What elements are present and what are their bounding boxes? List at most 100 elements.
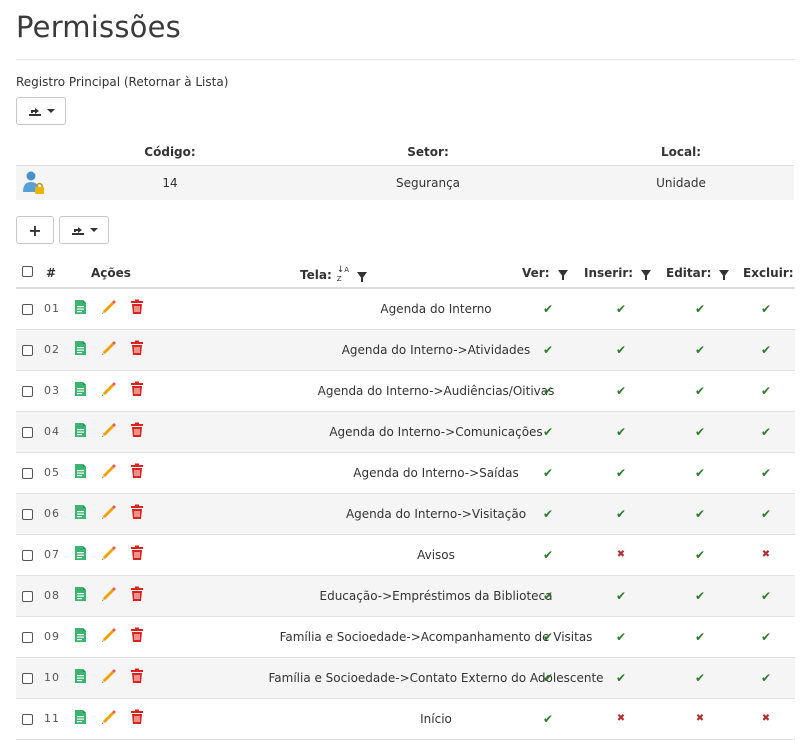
inserir-check-icon: ✔ — [615, 671, 627, 685]
delete-trash-icon[interactable] — [130, 340, 144, 359]
view-document-icon[interactable] — [74, 381, 87, 400]
editar-check-icon: ✔ — [694, 384, 706, 398]
ver-filter-icon[interactable] — [557, 269, 568, 280]
delete-trash-icon[interactable] — [130, 709, 144, 728]
chevron-down-icon — [46, 109, 55, 113]
edit-pencil-icon[interactable] — [100, 463, 117, 483]
edit-pencil-icon[interactable] — [100, 422, 117, 442]
inserir-check-icon: ✔ — [615, 589, 627, 603]
excluir-check-icon: ✔ — [760, 384, 772, 398]
view-document-icon[interactable] — [74, 668, 87, 687]
row-checkbox[interactable] — [22, 591, 33, 602]
tela-cell: Agenda do Interno->Saídas — [353, 466, 519, 480]
edit-pencil-icon[interactable] — [100, 340, 117, 360]
row-checkbox[interactable] — [22, 714, 33, 725]
excluir-check-icon: ✔ — [760, 507, 772, 521]
edit-pencil-icon[interactable] — [100, 299, 117, 319]
view-document-icon[interactable] — [74, 463, 87, 482]
table-row: 04 Agenda do Interno->Comunicações ✔ ✔ ✔ ✔ — [16, 412, 795, 453]
view-document-icon[interactable] — [74, 709, 87, 728]
row-checkbox[interactable] — [22, 345, 33, 356]
tela-header-label: Tela: — [300, 268, 332, 282]
row-number: 05 — [44, 466, 60, 479]
inserir-cross-icon: ✖ — [616, 549, 626, 560]
edit-pencil-icon[interactable] — [100, 586, 117, 606]
view-document-icon[interactable] — [74, 627, 87, 646]
ver-check-icon: ✔ — [542, 425, 554, 439]
row-checkbox[interactable] — [22, 386, 33, 397]
excluir-check-icon: ✔ — [760, 466, 772, 480]
excluir-header: Excluir: — [743, 266, 794, 280]
delete-trash-icon[interactable] — [130, 422, 144, 441]
edit-pencil-icon[interactable] — [100, 381, 117, 401]
edit-pencil-icon[interactable] — [100, 504, 117, 524]
delete-trash-icon[interactable] — [130, 504, 144, 523]
tela-cell: Agenda do Interno->Visitação — [345, 507, 527, 521]
ver-header: Ver: — [522, 266, 568, 280]
row-checkbox[interactable] — [22, 468, 33, 479]
tela-cell: Educação->Empréstimos da Biblioteca — [319, 589, 553, 603]
chevron-down-icon — [89, 228, 98, 232]
row-checkbox[interactable] — [22, 673, 33, 684]
tela-cell: Agenda do Interno — [380, 302, 492, 316]
delete-trash-icon[interactable] — [130, 299, 144, 318]
sort-alpha-icon[interactable]: ↓A Z — [337, 266, 349, 284]
view-document-icon[interactable] — [74, 504, 87, 523]
row-checkbox[interactable] — [22, 550, 33, 561]
table-row: 05 Agenda do Interno->Saídas ✔ ✔ ✔ ✔ — [16, 453, 795, 494]
tela-cell: Família e Socioedade->Contato Externo do… — [268, 671, 604, 685]
breadcrumb: Registro Principal (Retornar à Lista) — [16, 75, 228, 89]
row-checkbox[interactable] — [22, 632, 33, 643]
table-row: 08 Educação->Empréstimos da Biblioteca ✔ ✔ ✔… — [16, 576, 795, 617]
delete-trash-icon[interactable] — [130, 668, 144, 687]
editar-cross-icon: ✖ — [695, 713, 705, 724]
editar-check-icon: ✔ — [694, 671, 706, 685]
delete-trash-icon[interactable] — [130, 545, 144, 564]
row-number: 04 — [44, 425, 60, 438]
edit-pencil-icon[interactable] — [100, 545, 117, 565]
excluir-check-icon: ✔ — [760, 343, 772, 357]
add-button[interactable]: + — [16, 216, 54, 244]
tela-header[interactable]: Tela: ↓A Z — [300, 266, 368, 284]
delete-trash-icon[interactable] — [130, 627, 144, 646]
inserir-check-icon: ✔ — [615, 425, 627, 439]
view-document-icon[interactable] — [74, 545, 87, 564]
editar-filter-icon[interactable] — [719, 269, 730, 280]
edit-pencil-icon[interactable] — [100, 709, 117, 729]
view-document-icon[interactable] — [74, 340, 87, 359]
editar-check-icon: ✔ — [694, 466, 706, 480]
breadcrumb-suffix: ) — [223, 75, 229, 89]
row-number: 02 — [44, 343, 60, 356]
excluir-cross-icon: ✖ — [761, 549, 771, 560]
inserir-header-label: Inserir: — [584, 266, 634, 280]
select-all-checkbox[interactable] — [22, 266, 33, 277]
table-row: 06 Agenda do Interno->Visitação ✔ ✔ ✔ ✔ — [16, 494, 795, 535]
export-icon — [71, 224, 85, 236]
ver-check-icon: ✔ — [542, 302, 554, 316]
row-number: 08 — [44, 589, 60, 602]
return-to-list-link[interactable]: Retornar à Lista — [129, 75, 224, 89]
row-checkbox[interactable] — [22, 304, 33, 315]
tela-cell: Agenda do Interno->Atividades — [341, 343, 531, 357]
delete-trash-icon[interactable] — [130, 381, 144, 400]
editar-check-icon: ✔ — [694, 589, 706, 603]
view-document-icon[interactable] — [74, 586, 87, 605]
delete-trash-icon[interactable] — [130, 463, 144, 482]
export-menu-button-2[interactable] — [59, 216, 109, 244]
user-lock-icon — [22, 170, 46, 199]
export-menu-button[interactable] — [16, 97, 66, 125]
inserir-filter-icon[interactable] — [641, 269, 652, 280]
tela-filter-icon[interactable] — [357, 271, 368, 282]
edit-pencil-icon[interactable] — [100, 627, 117, 647]
row-checkbox[interactable] — [22, 509, 33, 520]
view-document-icon[interactable] — [74, 299, 87, 318]
acoes-header: Ações — [91, 266, 131, 280]
delete-trash-icon[interactable] — [130, 586, 144, 605]
page-title: Permissões — [16, 10, 181, 44]
inserir-check-icon: ✔ — [615, 343, 627, 357]
view-document-icon[interactable] — [74, 422, 87, 441]
num-header: # — [46, 266, 57, 280]
edit-pencil-icon[interactable] — [100, 668, 117, 688]
setor-value: Segurança — [395, 176, 461, 190]
row-checkbox[interactable] — [22, 427, 33, 438]
